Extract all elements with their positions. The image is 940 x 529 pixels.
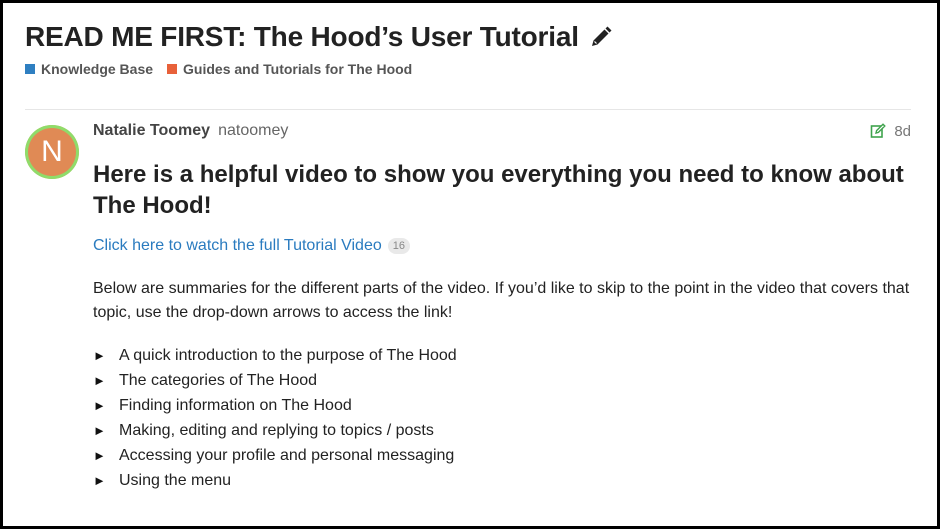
expand-triangle-icon[interactable]: ►: [93, 423, 107, 438]
section-label: The categories of The Hood: [119, 371, 318, 389]
title-row: READ ME FIRST: The Hood’s User Tutorial: [25, 21, 917, 53]
section-label: Finding information on The Hood: [119, 396, 352, 414]
category-label: Knowledge Base: [41, 61, 154, 77]
section-item[interactable]: ► Using the menu: [93, 468, 911, 493]
section-label: Using the menu: [119, 471, 232, 489]
expand-triangle-icon[interactable]: ►: [93, 348, 107, 363]
video-link-row: Click here to watch the full Tutorial Vi…: [93, 237, 911, 255]
pencil-icon[interactable]: [589, 25, 613, 49]
category-breadcrumb: Knowledge Base Guides and Tutorials for …: [25, 61, 917, 77]
section-label: Accessing your profile and personal mess…: [119, 446, 455, 464]
section-item[interactable]: ► A quick introduction to the purpose of…: [93, 343, 911, 368]
category-guides-and-tutorials[interactable]: Guides and Tutorials for The Hood: [167, 61, 412, 77]
author-name[interactable]: Natalie Toomey: [93, 122, 210, 140]
expand-triangle-icon[interactable]: ►: [93, 373, 107, 388]
category-color-square: [167, 64, 178, 74]
summary-paragraph: Below are summaries for the different pa…: [93, 280, 910, 321]
post-age[interactable]: 8d: [894, 123, 911, 140]
section-item[interactable]: ► The categories of The Hood: [93, 368, 911, 393]
post-meta: Natalie Toomey natoomey 8d: [93, 121, 911, 141]
section-item[interactable]: ► Finding information on The Hood: [93, 393, 911, 418]
section-label: Making, editing and replying to topics /…: [119, 421, 434, 439]
section-item[interactable]: ► Making, editing and replying to topics…: [93, 418, 911, 443]
section-label: A quick introduction to the purpose of T…: [119, 346, 457, 364]
expand-triangle-icon[interactable]: ►: [93, 448, 107, 463]
topic-title[interactable]: READ ME FIRST: The Hood’s User Tutorial: [25, 21, 579, 53]
post-age-group: 8d: [870, 123, 911, 140]
tutorial-video-link[interactable]: Click here to watch the full Tutorial Vi…: [93, 237, 382, 255]
post-body: Natalie Toomey natoomey 8d Here is a hel…: [93, 121, 911, 493]
category-label: Guides and Tutorials for The Hood: [183, 61, 413, 77]
section-list: ► A quick introduction to the purpose of…: [93, 343, 911, 493]
expand-triangle-icon[interactable]: ►: [93, 473, 107, 488]
link-click-count: 16: [387, 238, 410, 254]
topic-header: READ ME FIRST: The Hood’s User Tutorial …: [25, 21, 917, 77]
expand-triangle-icon[interactable]: ►: [93, 398, 107, 413]
post-heading: Here is a helpful video to show you ever…: [93, 161, 904, 219]
author-username[interactable]: natoomey: [218, 122, 288, 140]
avatar[interactable]: N: [25, 125, 79, 179]
category-knowledge-base[interactable]: Knowledge Base: [25, 61, 153, 77]
header-divider: [25, 109, 911, 110]
avatar-letter: N: [28, 128, 76, 176]
edit-history-icon[interactable]: [870, 123, 887, 139]
screenshot-frame: READ ME FIRST: The Hood’s User Tutorial …: [0, 0, 940, 529]
section-item[interactable]: ► Accessing your profile and personal me…: [93, 443, 911, 468]
category-color-square: [25, 64, 35, 74]
